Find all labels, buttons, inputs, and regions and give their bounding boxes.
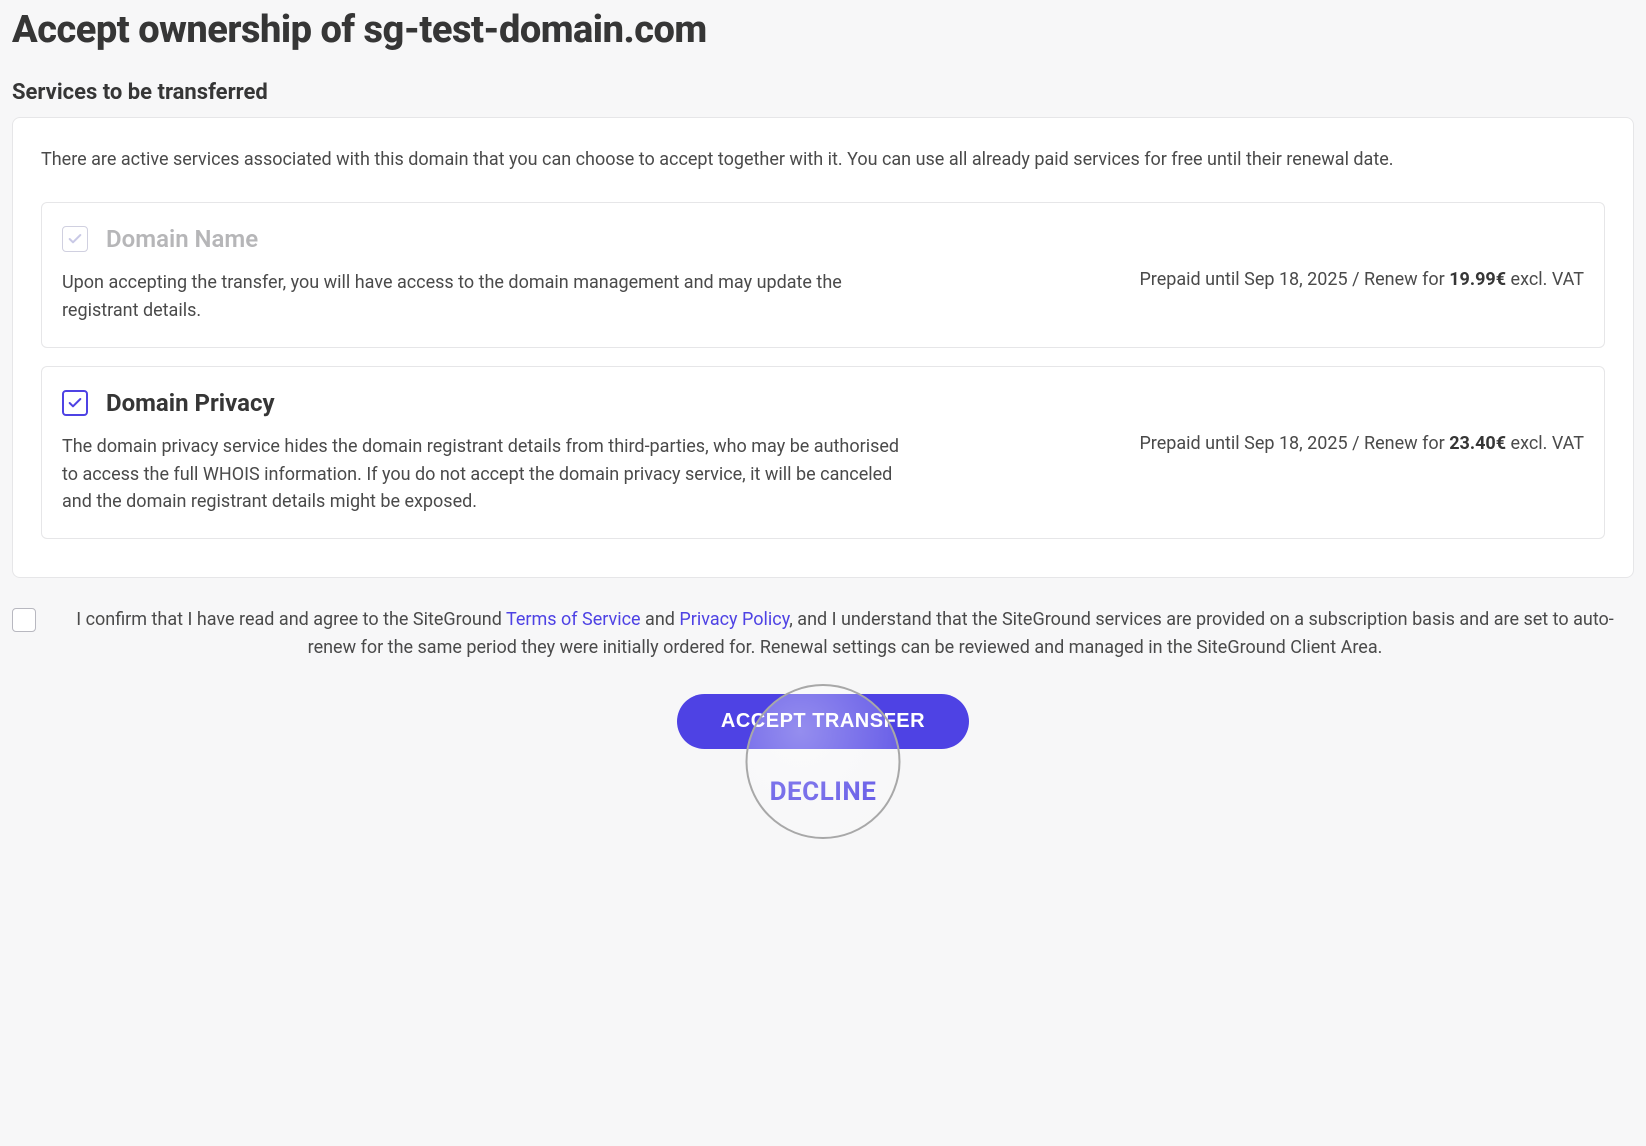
service-price: Prepaid until Sep 18, 2025 / Renew for 2…	[1139, 433, 1584, 517]
service-domain-privacy: Domain Privacy The domain privacy servic…	[41, 366, 1605, 540]
terms-checkbox[interactable]	[12, 608, 36, 632]
domain-name-checkbox	[62, 226, 88, 252]
services-card: There are active services associated wit…	[12, 117, 1634, 578]
decline-button[interactable]: DECLINE	[770, 777, 877, 807]
service-title: Domain Privacy	[106, 389, 275, 417]
actions: ACCEPT TRANSFER DECLINE	[12, 694, 1634, 807]
page-title: Accept ownership of sg-test-domain.com	[12, 8, 1634, 52]
privacy-policy-link[interactable]: Privacy Policy	[679, 609, 789, 630]
service-price: Prepaid until Sep 18, 2025 / Renew for 1…	[1139, 269, 1584, 325]
domain-privacy-checkbox[interactable]	[62, 390, 88, 416]
service-description: The domain privacy service hides the dom…	[62, 433, 914, 517]
accept-transfer-button[interactable]: ACCEPT TRANSFER	[677, 694, 969, 749]
confirm-row: I confirm that I have read and agree to …	[12, 606, 1634, 662]
check-icon	[67, 395, 83, 411]
confirm-text: I confirm that I have read and agree to …	[56, 606, 1634, 662]
service-description: Upon accepting the transfer, you will ha…	[62, 269, 914, 325]
terms-of-service-link[interactable]: Terms of Service	[506, 609, 641, 630]
section-title: Services to be transferred	[12, 80, 1634, 105]
service-title: Domain Name	[106, 225, 258, 253]
service-domain-name: Domain Name Upon accepting the transfer,…	[41, 202, 1605, 348]
check-icon	[67, 231, 83, 247]
intro-text: There are active services associated wit…	[41, 146, 1605, 174]
